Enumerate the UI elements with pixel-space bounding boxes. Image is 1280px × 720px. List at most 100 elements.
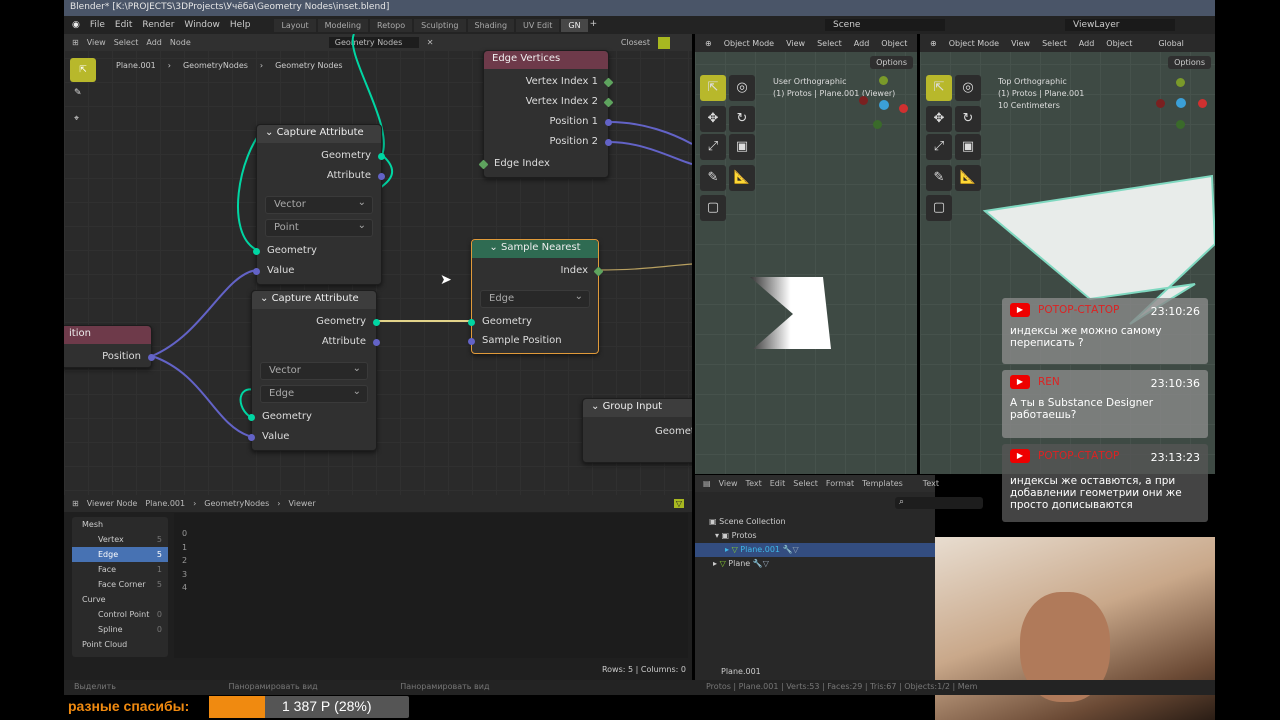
menu-select[interactable]: Select (1042, 39, 1067, 48)
select-tool-icon[interactable]: ⇱ (926, 75, 952, 101)
tab-gn[interactable]: GN (561, 18, 588, 32)
menu-object[interactable]: Object (881, 39, 907, 48)
tab-retopo[interactable]: Retopo (370, 18, 413, 32)
outliner-item[interactable]: ▾ ▣ Protos (695, 529, 935, 543)
cursor-tool-icon[interactable]: ◎ (955, 75, 981, 101)
socket-value-in[interactable]: Value (253, 262, 381, 280)
editor-type-icon[interactable]: ⊞ (72, 499, 79, 508)
properties-object[interactable]: Plane.001 (721, 667, 761, 676)
tab-uv-edit[interactable]: UV Edit (516, 18, 560, 32)
domain-vertex[interactable]: Vertex 5 (72, 532, 168, 547)
socket-vertex-index-2[interactable]: Vertex Index 2 (484, 93, 614, 111)
add-cube-tool-icon[interactable]: ▢ (926, 195, 952, 221)
select-tool-icon[interactable]: ⇱ (700, 75, 726, 101)
socket-geometry-in[interactable]: Geometry (248, 408, 376, 426)
outliner-item[interactable]: ▸ ▽ Plane 🔧▽ (695, 557, 935, 571)
menu-select[interactable]: Select (793, 479, 818, 488)
measure-tool-icon[interactable]: 📐 (729, 165, 755, 191)
tab-modeling[interactable]: Modeling (317, 18, 369, 32)
domain-dropdown[interactable]: Point (265, 219, 373, 237)
options-button[interactable]: Options (1168, 56, 1211, 69)
socket-position-2[interactable]: Position 2 (484, 133, 612, 151)
socket-geometry-in[interactable]: Geometry (253, 242, 381, 260)
domain-dropdown[interactable]: Edge (480, 290, 590, 308)
options-button[interactable]: Options (870, 56, 913, 69)
socket-value-in[interactable]: Value (248, 428, 376, 446)
blender-logo-icon[interactable]: ◉ (72, 20, 80, 30)
socket-position-1[interactable]: Position 1 (484, 113, 612, 131)
scale-tool-icon[interactable]: ⤢ (700, 134, 726, 160)
navigation-gizmo[interactable] (855, 74, 910, 134)
domain-dropdown[interactable]: Edge (260, 385, 368, 403)
domain-control-point[interactable]: Control Point 0 (72, 607, 168, 622)
domain-face-corner[interactable]: Face Corner 5 (72, 577, 168, 592)
socket-sample-position-in[interactable]: Sample Position (468, 332, 598, 350)
rotate-tool-icon[interactable]: ↻ (955, 106, 981, 132)
add-workspace-button[interactable]: + (590, 19, 598, 32)
transform-tool-icon[interactable]: ▣ (729, 134, 755, 160)
navigation-gizmo[interactable] (1154, 74, 1212, 134)
add-cube-tool-icon[interactable]: ▢ (700, 195, 726, 221)
menu-edit[interactable]: Edit (770, 479, 786, 488)
domain-curve[interactable]: Curve (72, 592, 168, 607)
socket-vertex-index-1[interactable]: Vertex Index 1 (484, 73, 614, 91)
mode-selector[interactable]: Object Mode (724, 39, 774, 48)
menu-select[interactable]: Select (817, 39, 842, 48)
socket-geometry-out[interactable]: Geometr (645, 423, 692, 441)
rotate-tool-icon[interactable]: ↻ (729, 106, 755, 132)
menu-view[interactable]: View (786, 39, 805, 48)
menu-view[interactable]: View (1011, 39, 1030, 48)
editor-type-icon[interactable]: ⊕ (930, 39, 937, 48)
menu-add[interactable]: Add (854, 39, 870, 48)
menu-object[interactable]: Object (1106, 39, 1132, 48)
socket-edge-index[interactable]: Edge Index (478, 155, 608, 173)
menu-render[interactable]: Render (142, 20, 174, 30)
outliner-item-selected[interactable]: ▸ ▽ Plane.001 🔧▽ (695, 543, 935, 557)
menu-help[interactable]: Help (230, 20, 251, 30)
text-selector[interactable]: Text (923, 479, 939, 488)
scene-selector[interactable]: Scene (825, 19, 945, 31)
socket-attribute-out[interactable]: Attribute (252, 333, 380, 351)
view-layer-selector[interactable]: ViewLayer (1065, 19, 1175, 31)
tab-sculpting[interactable]: Sculpting (414, 18, 466, 32)
socket-geometry-out[interactable]: Geometry (257, 147, 385, 165)
group-input-node[interactable]: ⌄ Group Input Geometr (582, 398, 692, 463)
viewer-node-selector[interactable]: Viewer Node (87, 499, 138, 508)
socket-geometry-out[interactable]: Geometry (252, 313, 380, 331)
outliner-item[interactable]: ▣ Scene Collection (695, 515, 935, 529)
scale-tool-icon[interactable]: ⤢ (926, 134, 952, 160)
transform-tool-icon[interactable]: ▣ (955, 134, 981, 160)
editor-type-icon[interactable]: ⊕ (705, 39, 712, 48)
domain-edge[interactable]: Edge 5 (72, 547, 168, 562)
edge-vertices-node[interactable]: Edge Vertices Vertex Index 1 Vertex Inde… (478, 50, 614, 178)
sample-nearest-node[interactable]: ⌄ Sample Nearest Index Edge Geometry Sam… (468, 239, 604, 354)
menu-window[interactable]: Window (184, 20, 220, 30)
cursor-tool-icon[interactable]: ◎ (729, 75, 755, 101)
data-type-dropdown[interactable]: Vector (260, 362, 368, 380)
tab-layout[interactable]: Layout (274, 18, 316, 32)
menu-format[interactable]: Format (826, 479, 854, 488)
mode-selector[interactable]: Object Mode (949, 39, 999, 48)
node-editor[interactable]: ⊞ View Select Add Node Geometry Nodes ✕ … (64, 34, 692, 495)
spreadsheet[interactable]: ⊞ Viewer Node Plane.001 › GeometryNodes › … (64, 495, 692, 680)
domain-point-cloud[interactable]: Point Cloud (72, 637, 168, 652)
outliner-search-input[interactable]: ⌕ (895, 497, 983, 509)
position-node[interactable]: ition Position (64, 325, 155, 368)
measure-tool-icon[interactable]: 📐 (955, 165, 981, 191)
domain-face[interactable]: Face 1 (72, 562, 168, 577)
menu-add[interactable]: Add (1079, 39, 1095, 48)
domain-spline[interactable]: Spline 0 (72, 622, 168, 637)
menu-text[interactable]: Text (746, 479, 762, 488)
orientation-selector[interactable]: Global (1158, 39, 1184, 48)
editor-type-icon[interactable]: ▤ (703, 479, 711, 488)
tab-shading[interactable]: Shading (467, 18, 515, 32)
move-tool-icon[interactable]: ✥ (700, 106, 726, 132)
annotate-tool-icon[interactable]: ✎ (700, 165, 726, 191)
socket-attribute-out[interactable]: Attribute (257, 167, 385, 185)
domain-mesh[interactable]: Mesh (72, 517, 168, 532)
capture-attribute-node-1[interactable]: ⌄ Capture Attribute Geometry Attribute V… (253, 124, 385, 285)
menu-edit[interactable]: Edit (115, 20, 132, 30)
menu-view[interactable]: View (719, 479, 738, 488)
move-tool-icon[interactable]: ✥ (926, 106, 952, 132)
socket-index-out[interactable]: Index (472, 262, 604, 280)
